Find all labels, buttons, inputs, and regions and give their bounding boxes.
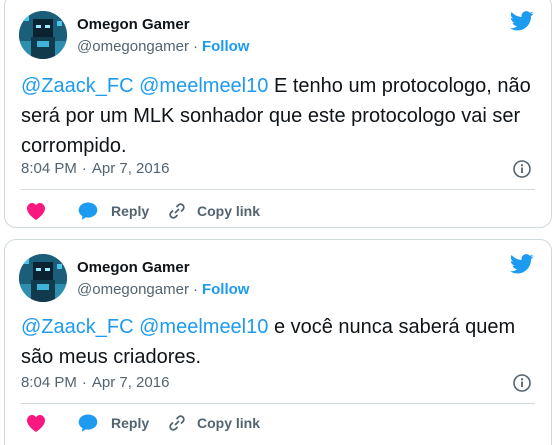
reply-button[interactable]: Reply [77,411,149,435]
follow-button[interactable]: Follow [202,38,250,55]
avatar[interactable] [19,254,67,302]
info-icon[interactable] [512,373,532,393]
tweet-text: @Zaack_FC @meelmeel10 e você nunca saber… [21,312,535,372]
reply-label: Reply [111,203,150,219]
heart-icon [27,203,45,220]
author-name[interactable]: Omegon Gamer [77,16,190,33]
dot-separator: · [192,281,198,298]
like-button[interactable] [25,411,47,435]
author-handle[interactable]: @omegongamer [77,281,189,298]
twitter-bird-icon[interactable] [510,254,534,274]
tweet-actions: Reply Copy link [19,199,537,223]
copy-link-button[interactable]: Copy link [167,199,260,223]
tweet-actions: Reply Copy link [19,411,537,435]
info-icon[interactable] [512,159,532,179]
avatar[interactable] [19,11,67,59]
divider [21,403,535,404]
author-subline: @omegongamer · Follow [77,281,249,298]
link-icon [169,203,185,219]
speech-bubble-icon [78,202,98,220]
reply-button[interactable]: Reply [77,199,149,223]
link-icon [169,415,185,431]
divider [21,189,535,190]
author-handle[interactable]: @omegongamer [77,38,189,55]
copy-link-button[interactable]: Copy link [167,411,260,435]
tweet-date[interactable]: Apr 7, 2016 [92,160,170,177]
copy-link-label: Copy link [197,415,261,431]
tweet-meta: 8:04 PM · Apr 7, 2016 [21,374,535,394]
tweet-time[interactable]: 8:04 PM [21,374,77,391]
follow-button[interactable]: Follow [202,281,250,298]
dot-separator: · [81,160,87,177]
tweet-text: @Zaack_FC @meelmeel10 E tenho um protoco… [21,71,535,161]
dot-separator: · [192,38,198,55]
tweet-card[interactable]: Omegon Gamer @omegongamer · Follow @Zaack_… [4,0,552,228]
mention-link[interactable]: @meelmeel10 [139,75,268,97]
tweet-time[interactable]: 8:04 PM [21,160,77,177]
mention-link[interactable]: @Zaack_FC [21,316,134,338]
mention-link[interactable]: @Zaack_FC [21,75,134,97]
reply-label: Reply [111,415,150,431]
heart-icon [27,415,45,432]
tweet-date[interactable]: Apr 7, 2016 [92,374,170,391]
author-name[interactable]: Omegon Gamer [77,259,190,276]
dot-separator: · [81,374,87,391]
mention-link[interactable]: @meelmeel10 [139,316,268,338]
like-button[interactable] [25,199,47,223]
tweet-meta: 8:04 PM · Apr 7, 2016 [21,160,535,180]
tweet-card[interactable]: Omegon Gamer @omegongamer · Follow @Zaack_… [4,239,552,445]
twitter-bird-icon[interactable] [510,11,534,31]
copy-link-label: Copy link [197,203,261,219]
speech-bubble-icon [78,414,98,432]
author-subline: @omegongamer · Follow [77,38,249,55]
